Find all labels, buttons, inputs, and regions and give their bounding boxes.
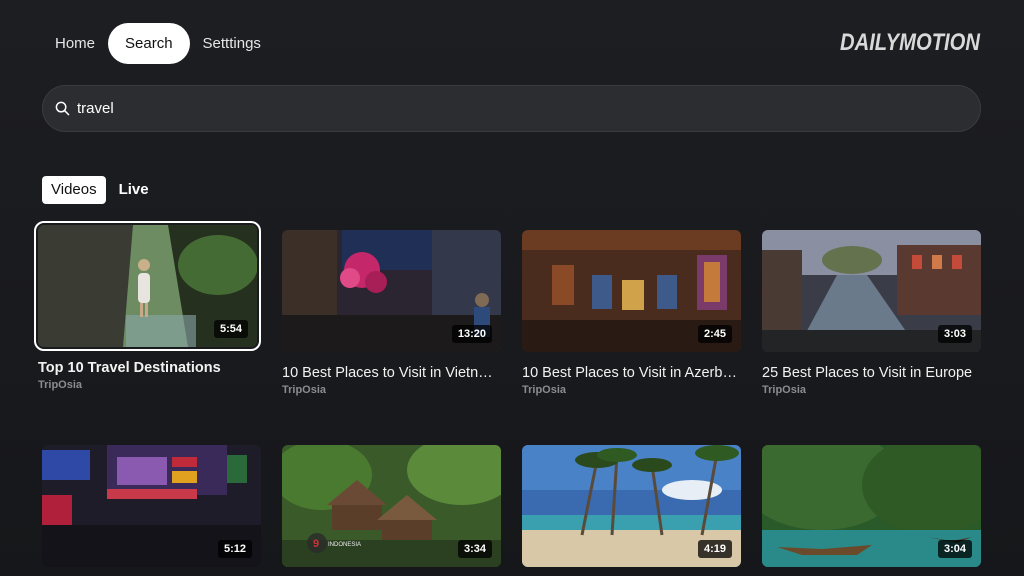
svg-text:9: 9 bbox=[313, 538, 319, 550]
result-filters: Videos Live bbox=[42, 176, 162, 204]
video-card[interactable]: 9 INDONESIA 3:34 bbox=[282, 445, 501, 567]
video-duration: 3:03 bbox=[937, 325, 972, 343]
video-thumbnail[interactable]: 3:03 bbox=[762, 230, 981, 352]
search-input[interactable] bbox=[77, 100, 957, 117]
filter-videos[interactable]: Videos bbox=[42, 176, 106, 204]
video-title: Top 10 Travel Destinations bbox=[38, 360, 221, 376]
video-thumbnail[interactable]: 3:04 bbox=[762, 445, 981, 567]
search-icon bbox=[55, 101, 71, 117]
video-thumbnail[interactable]: 5:54 bbox=[34, 221, 261, 351]
video-duration: 3:04 bbox=[937, 540, 972, 558]
video-card[interactable]: 2:45 10 Best Places to Visit in Azerbaij… bbox=[522, 230, 741, 396]
nav-settings[interactable]: Setttings bbox=[190, 23, 274, 64]
video-duration: 2:45 bbox=[697, 325, 732, 343]
thumbnail-overlay-text: INDONESIA bbox=[328, 542, 361, 548]
video-thumbnail[interactable]: 5:12 bbox=[42, 445, 261, 567]
nav-home[interactable]: Home bbox=[42, 23, 108, 64]
video-card[interactable]: 3:04 bbox=[762, 445, 981, 567]
video-duration: 13:20 bbox=[451, 325, 492, 343]
video-channel: TripOsia bbox=[522, 384, 567, 396]
top-nav: Home Search Setttings bbox=[42, 23, 274, 64]
logo-text: DAILYMOTION bbox=[840, 29, 981, 55]
video-duration: 4:19 bbox=[697, 540, 732, 558]
nav-search[interactable]: Search bbox=[108, 23, 190, 64]
video-thumbnail[interactable]: 2:45 bbox=[522, 230, 741, 352]
video-title: 25 Best Places to Visit in Europe bbox=[762, 365, 973, 381]
video-title: 10 Best Places to Visit in Vietnam bbox=[282, 365, 497, 381]
video-duration: 3:34 bbox=[457, 540, 492, 558]
video-card[interactable]: 13:20 10 Best Places to Visit in Vietnam… bbox=[282, 230, 501, 396]
dailymotion-logo: DAILYMOTION bbox=[840, 29, 981, 55]
video-card[interactable]: 4:19 bbox=[522, 445, 741, 567]
video-duration: 5:54 bbox=[213, 320, 248, 338]
video-channel: TripOsia bbox=[762, 384, 807, 396]
search-bar[interactable] bbox=[42, 85, 981, 132]
video-title: 10 Best Places to Visit in Azerbaijan bbox=[522, 365, 737, 381]
video-channel: TripOsia bbox=[282, 384, 327, 396]
video-thumbnail[interactable]: 13:20 bbox=[282, 230, 501, 352]
filter-live[interactable]: Live bbox=[110, 176, 158, 204]
video-channel: TripOsia bbox=[38, 379, 83, 391]
video-card[interactable]: 5:12 bbox=[42, 445, 261, 567]
video-thumbnail[interactable]: 9 INDONESIA 3:34 bbox=[282, 445, 501, 567]
video-duration: 5:12 bbox=[217, 540, 252, 558]
video-card[interactable]: 3:03 25 Best Places to Visit in Europe T… bbox=[762, 230, 981, 396]
video-thumbnail[interactable]: 4:19 bbox=[522, 445, 741, 567]
video-card[interactable]: 5:54 Top 10 Travel Destinations TripOsia bbox=[34, 221, 261, 391]
